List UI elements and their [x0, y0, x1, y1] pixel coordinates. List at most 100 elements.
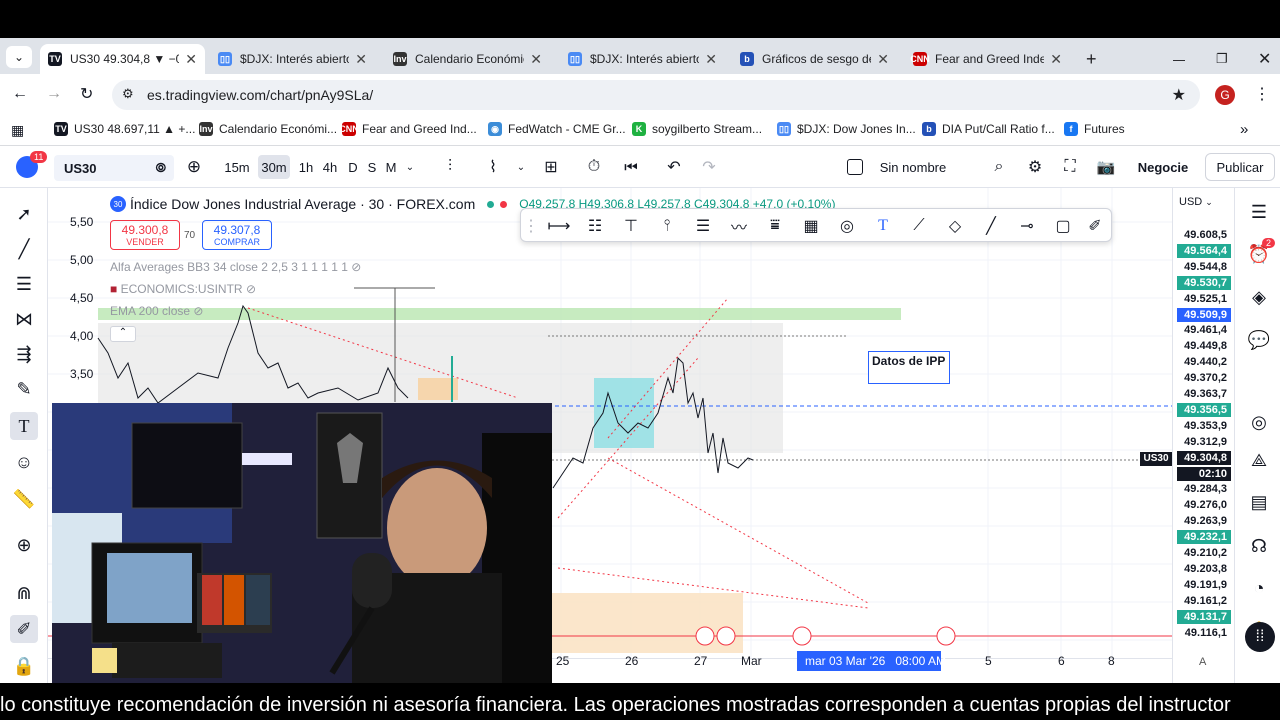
watchlist-icon[interactable]: ☰	[1245, 198, 1273, 226]
close-tab-icon[interactable]: ✕	[877, 51, 889, 68]
profile-avatar[interactable]: G	[1215, 85, 1235, 105]
pattern-icon[interactable]: ⋈	[10, 305, 38, 333]
indicator-ema[interactable]: EMA 200 close ⊘	[110, 304, 203, 318]
grid-tool-icon[interactable]: ▦	[799, 214, 823, 238]
event-icon-4[interactable]	[936, 626, 956, 646]
browser-tab[interactable]: ▯▯ $DJX: Interés abierto ✕	[560, 44, 725, 74]
new-tab-button[interactable]: +	[1078, 44, 1098, 74]
sell-button[interactable]: 49.300,8 VENDER	[110, 220, 180, 250]
bookmark-item[interactable]: ◉ FedWatch - CME Gr...	[488, 122, 626, 136]
pen-tool-icon[interactable]: ✐	[1083, 214, 1107, 238]
event-icon-1[interactable]	[695, 626, 715, 646]
layout-checkbox-icon[interactable]	[847, 159, 863, 175]
auto-scale-button[interactable]: A	[1199, 656, 1206, 668]
circle-tool-icon[interactable]: ◎	[835, 214, 859, 238]
publish-button[interactable]: Publicar	[1205, 153, 1275, 181]
text-align-icon[interactable]: ⊤	[619, 214, 643, 238]
broadcast-icon[interactable]: ◔	[1245, 574, 1273, 602]
range-tool-icon[interactable]: ⟼	[547, 214, 571, 238]
quick-search-icon[interactable]: ⌕	[989, 155, 1009, 179]
interval-D[interactable]: D	[346, 155, 360, 179]
event-icon-3[interactable]	[792, 626, 812, 646]
redo-icon[interactable]: ↷	[699, 155, 719, 179]
brush-icon[interactable]: ✎	[10, 375, 38, 403]
layout-name[interactable]: Sin nombre	[878, 155, 948, 179]
buy-button[interactable]: 49.307,8 COMPRAR	[202, 220, 272, 250]
more-bookmarks-icon[interactable]: »	[1240, 121, 1248, 138]
url-field[interactable]: ⚙ es.tradingview.com/chart/pnAy9SLa/ ★	[112, 80, 1200, 110]
close-tab-icon[interactable]: ✕	[530, 51, 542, 68]
news-icon[interactable]: ☊	[1245, 532, 1273, 560]
browser-tab[interactable]: Inv Calendario Económic ✕	[385, 44, 550, 74]
ideas-icon[interactable]: ◎	[1245, 408, 1273, 436]
levels-tool-icon[interactable]: ⩸	[763, 214, 787, 238]
object-tree-icon[interactable]: ◈	[1245, 283, 1273, 311]
interval-4h[interactable]: 4h	[320, 155, 340, 179]
drag-handle-icon[interactable]: ⋮	[523, 214, 539, 238]
indicator-usintr[interactable]: ■ ECONOMICS:USINTR ⊘	[110, 282, 256, 296]
settings-icon[interactable]: ⚙	[1025, 155, 1045, 179]
collapse-legend-icon[interactable]: ⌃	[110, 326, 136, 342]
site-info-icon[interactable]: ⚙	[122, 86, 134, 102]
hide-eye-icon[interactable]: ⊘	[193, 304, 203, 318]
indicators-dropdown-icon[interactable]: ⌄	[514, 155, 528, 179]
close-tab-icon[interactable]: ✕	[705, 51, 717, 68]
fullscreen-icon[interactable]: ⛶	[1060, 155, 1080, 179]
price-scale[interactable]: USD ⌄ 49.608,5 49.564,4 49.544,8 49.530,7 49…	[1172, 188, 1234, 683]
add-compare-icon[interactable]: ⊕	[183, 155, 205, 179]
tab-search-button[interactable]: ⌄	[6, 46, 32, 68]
interval-15m[interactable]: 15m	[222, 155, 252, 179]
alert-icon[interactable]: ⏱	[584, 155, 604, 179]
close-tab-icon[interactable]: ✕	[355, 51, 367, 68]
hide-eye-icon[interactable]: ⊘	[246, 282, 256, 296]
symbol-search[interactable]: US30 ⦾	[54, 155, 174, 181]
bookmark-item[interactable]: TV US30 48.697,11 ▲ +...	[54, 122, 195, 136]
browser-tab[interactable]: ▯▯ $DJX: Interés abierto ✕	[210, 44, 375, 74]
browser-tab[interactable]: b Gráficos de sesgo de ✕	[732, 44, 897, 74]
hide-eye-icon[interactable]: ⊘	[351, 260, 361, 274]
vertical-tool-icon[interactable]: ⫯	[655, 214, 679, 238]
interval-dropdown-icon[interactable]: ⌄	[402, 155, 418, 179]
bookmark-item[interactable]: ▯▯ $DJX: Dow Jones In...	[777, 122, 916, 136]
indicator-bb3[interactable]: Alfa Averages BB3 34 close 2 2,5 3 1 1 1…	[110, 260, 361, 274]
measure-icon[interactable]: 📏	[10, 485, 38, 513]
close-tab-icon[interactable]: ✕	[185, 51, 197, 68]
reload-icon[interactable]: ↻	[80, 84, 93, 104]
trend-line-icon[interactable]: ╱	[10, 235, 38, 263]
fib-tool-icon[interactable]: ☷	[583, 214, 607, 238]
interval-1h[interactable]: 1h	[296, 155, 316, 179]
interval-M[interactable]: M	[383, 155, 399, 179]
resistance-zone[interactable]	[98, 308, 901, 320]
stay-drawing-icon[interactable]: ✐	[10, 615, 38, 643]
text-tool-icon[interactable]: T	[871, 214, 895, 238]
close-window-button[interactable]: ✕	[1250, 44, 1270, 74]
demand-zone[interactable]	[551, 593, 743, 653]
currency-selector[interactable]: USD ⌄	[1179, 196, 1213, 208]
forward-icon[interactable]: →	[46, 85, 62, 103]
prediction-icon[interactable]: ⇶	[10, 340, 38, 368]
candles-icon[interactable]: ⫶	[440, 155, 460, 179]
chart-title[interactable]: Índice Dow Jones Industrial Average · 30…	[130, 196, 475, 212]
ray-tool-icon[interactable]: ⊸	[1015, 214, 1039, 238]
path-tool-icon[interactable]: 〰	[727, 214, 751, 238]
browser-tab[interactable]: TV US30 49.304,8 ▼ −0,0 ✕	[40, 44, 205, 74]
screener-icon[interactable]: ⟁	[1245, 446, 1273, 474]
indicators-icon[interactable]: ⌇	[483, 155, 503, 179]
apps-grid-icon[interactable]: ▦	[11, 122, 24, 139]
text-tool-icon[interactable]: T	[10, 412, 38, 440]
cursor-icon[interactable]: ➚	[10, 200, 38, 228]
interval-S[interactable]: S	[365, 155, 379, 179]
bookmark-item[interactable]: CNN Fear and Greed Ind...	[339, 122, 477, 136]
minimize-button[interactable]: —	[1165, 44, 1185, 74]
alerts-icon[interactable]: ⏰ 2	[1245, 238, 1275, 268]
user-menu[interactable]: 11	[10, 151, 48, 179]
trade-button[interactable]: Negocie	[1130, 153, 1196, 181]
apps-menu-icon[interactable]: ⁞⁞	[1245, 622, 1275, 652]
snapshot-icon[interactable]: 📷	[1095, 155, 1117, 179]
maximize-button[interactable]: ❐	[1208, 44, 1228, 74]
replay-icon[interactable]: ⏮	[621, 155, 641, 179]
fib-icon[interactable]: ☰	[10, 270, 38, 298]
lock-icon[interactable]: 🔒	[10, 652, 38, 680]
interval-30m[interactable]: 30m	[258, 155, 290, 179]
line-tool-icon[interactable]: ╱	[979, 214, 1003, 238]
